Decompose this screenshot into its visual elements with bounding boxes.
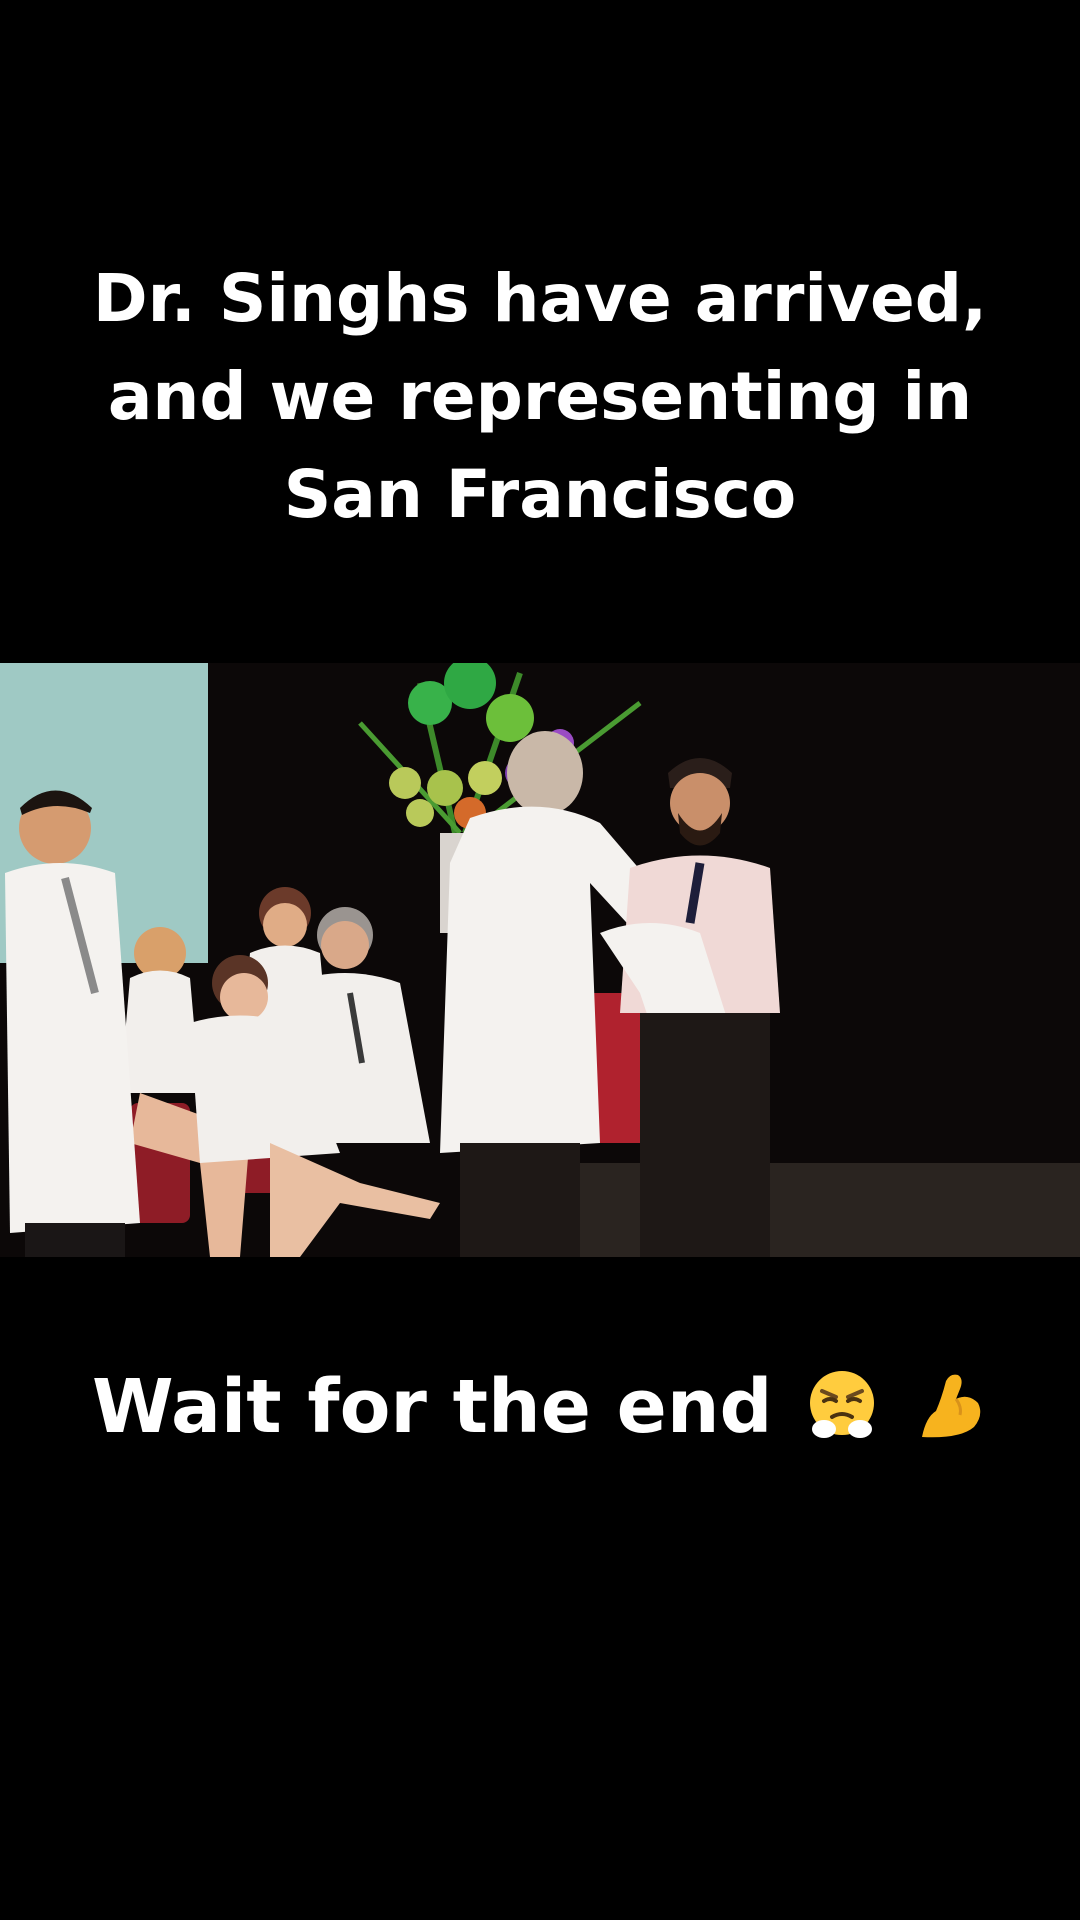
video-frame[interactable] <box>0 663 1080 1257</box>
flexed-biceps-icon <box>922 1375 981 1438</box>
face-with-steam-from-nose-icon <box>810 1371 875 1439</box>
bottom-caption: Wait for the end <box>0 1362 1080 1452</box>
ceremony-scene <box>0 663 1080 1257</box>
top-caption: Dr. Singhs have arrived, and we represen… <box>60 250 1020 544</box>
caption-line-1: Dr. Singhs have arrived, <box>92 260 988 337</box>
caption-line-2: and we representing in <box>107 358 973 435</box>
stage-floor <box>500 1163 1080 1257</box>
bottom-caption-text: Wait for the end <box>91 1364 773 1450</box>
caption-line-3: San Francisco <box>283 456 797 533</box>
